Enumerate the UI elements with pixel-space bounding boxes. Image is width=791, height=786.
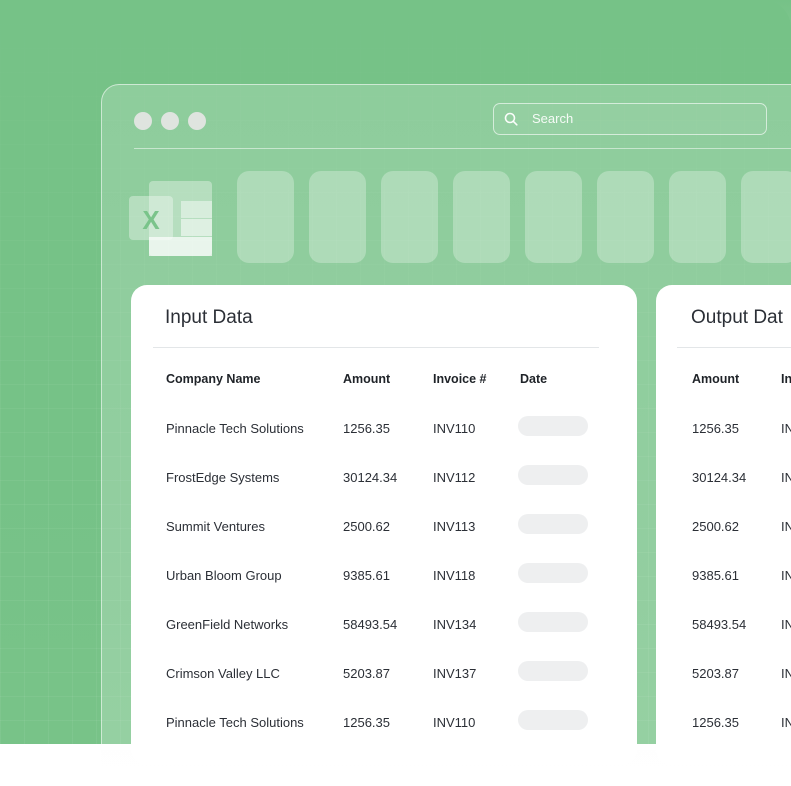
date-placeholder bbox=[518, 465, 588, 485]
table-row[interactable]: 1256.35 IN bbox=[656, 421, 791, 470]
cell-amount: 2500.62 bbox=[343, 519, 390, 534]
table-row[interactable]: 58493.54 IN bbox=[656, 617, 791, 666]
cell-invoice: INV137 bbox=[433, 666, 477, 681]
cell-amount: 1256.35 bbox=[343, 715, 390, 730]
table-row[interactable]: 9385.61 IN bbox=[656, 568, 791, 617]
table-row[interactable]: 1256.35 IN bbox=[656, 715, 791, 764]
column-header-date[interactable]: Date bbox=[520, 372, 547, 386]
cell-invoice: INV134 bbox=[433, 617, 477, 632]
date-placeholder bbox=[518, 563, 588, 583]
toolbar-tile[interactable] bbox=[309, 171, 366, 263]
cell-company: Pinnacle Tech Solutions bbox=[166, 715, 304, 730]
search-icon bbox=[504, 112, 518, 126]
toolbar-tile[interactable] bbox=[669, 171, 726, 263]
cell-invoice: INV113 bbox=[433, 519, 476, 534]
cell-company: Summit Ventures bbox=[166, 519, 265, 534]
table-row[interactable]: GreenField Networks 58493.54 INV134 bbox=[131, 612, 637, 666]
cell-company: GreenField Networks bbox=[166, 617, 289, 632]
table-row[interactable]: Pinnacle Tech Solutions 1256.35 INV110 bbox=[131, 416, 637, 470]
cell-amount: 9385.61 bbox=[692, 568, 739, 583]
column-header-invoice[interactable]: Invoice # bbox=[433, 372, 487, 386]
cell-invoice: INV110 bbox=[433, 421, 476, 436]
window-divider bbox=[134, 148, 791, 149]
date-placeholder bbox=[518, 514, 588, 534]
table-row[interactable]: Summit Ventures 2500.62 INV113 bbox=[131, 514, 637, 568]
date-placeholder bbox=[518, 661, 588, 681]
cell-company: Urban Bloom Group bbox=[166, 568, 282, 583]
column-header-company[interactable]: Company Name bbox=[166, 372, 260, 386]
toolbar-tile[interactable] bbox=[597, 171, 654, 263]
cell-invoice: IN bbox=[781, 617, 791, 632]
cell-invoice: IN bbox=[781, 519, 791, 534]
cell-invoice: INV110 bbox=[433, 715, 476, 730]
card-divider bbox=[677, 347, 791, 348]
cell-amount: 5203.87 bbox=[343, 666, 390, 681]
search-input[interactable]: Search bbox=[493, 103, 767, 135]
table-row[interactable]: Crimson Valley LLC 5203.87 INV137 bbox=[131, 661, 637, 715]
cell-amount: 30124.34 bbox=[343, 470, 398, 485]
output-data-card: Output Dat Amount In 1256.35 IN 30124.34… bbox=[656, 285, 791, 765]
toolbar-tile[interactable] bbox=[453, 171, 510, 263]
cell-company: FrostEdge Systems bbox=[166, 470, 280, 485]
excel-icon: X bbox=[129, 181, 213, 257]
cell-amount: 2500.62 bbox=[692, 519, 739, 534]
cell-amount: 30124.34 bbox=[692, 470, 747, 485]
cell-invoice: IN bbox=[781, 666, 791, 681]
cell-amount: 1256.35 bbox=[343, 421, 390, 436]
cell-amount: 1256.35 bbox=[692, 715, 739, 730]
date-placeholder bbox=[518, 612, 588, 632]
table-row[interactable]: Pinnacle Tech Solutions 1256.35 INV110 bbox=[131, 710, 637, 764]
column-header-invoice[interactable]: In bbox=[781, 372, 791, 386]
date-placeholder bbox=[518, 710, 588, 730]
toolbar-tile[interactable] bbox=[381, 171, 438, 263]
window-dot-minimize[interactable] bbox=[161, 112, 179, 130]
cell-invoice: IN bbox=[781, 421, 791, 436]
cell-amount: 9385.61 bbox=[343, 568, 390, 583]
toolbar-tile[interactable] bbox=[525, 171, 582, 263]
cell-invoice: IN bbox=[781, 568, 791, 583]
svg-text:X: X bbox=[142, 205, 160, 235]
table-row[interactable]: 2500.62 IN bbox=[656, 519, 791, 568]
cell-invoice: IN bbox=[781, 470, 791, 485]
toolbar-tile[interactable] bbox=[741, 171, 791, 263]
search-placeholder: Search bbox=[532, 111, 574, 126]
column-header-amount[interactable]: Amount bbox=[692, 372, 739, 386]
table-row[interactable]: Urban Bloom Group 9385.61 INV118 bbox=[131, 563, 637, 617]
toolbar-tile[interactable] bbox=[237, 171, 294, 263]
cell-amount: 58493.54 bbox=[343, 617, 398, 632]
card-divider bbox=[153, 347, 599, 348]
cell-company: Pinnacle Tech Solutions bbox=[166, 421, 304, 436]
table-row[interactable]: FrostEdge Systems 30124.34 INV112 bbox=[131, 465, 637, 519]
input-data-card: Input Data Company Name Amount Invoice #… bbox=[131, 285, 637, 765]
cell-amount: 1256.35 bbox=[692, 421, 739, 436]
column-header-amount[interactable]: Amount bbox=[343, 372, 390, 386]
cell-amount: 58493.54 bbox=[692, 617, 747, 632]
table-row[interactable]: 30124.34 IN bbox=[656, 470, 791, 519]
cell-invoice: INV112 bbox=[433, 470, 476, 485]
window-dot-maximize[interactable] bbox=[188, 112, 206, 130]
cell-invoice: INV118 bbox=[433, 568, 476, 583]
card-title: Output Dat bbox=[691, 307, 783, 328]
cell-company: Crimson Valley LLC bbox=[166, 666, 280, 681]
card-title: Input Data bbox=[165, 307, 253, 328]
table-row[interactable]: 5203.87 IN bbox=[656, 666, 791, 715]
window-dot-close[interactable] bbox=[134, 112, 152, 130]
date-placeholder bbox=[518, 416, 588, 436]
cell-amount: 5203.87 bbox=[692, 666, 739, 681]
cell-invoice: IN bbox=[781, 715, 791, 730]
